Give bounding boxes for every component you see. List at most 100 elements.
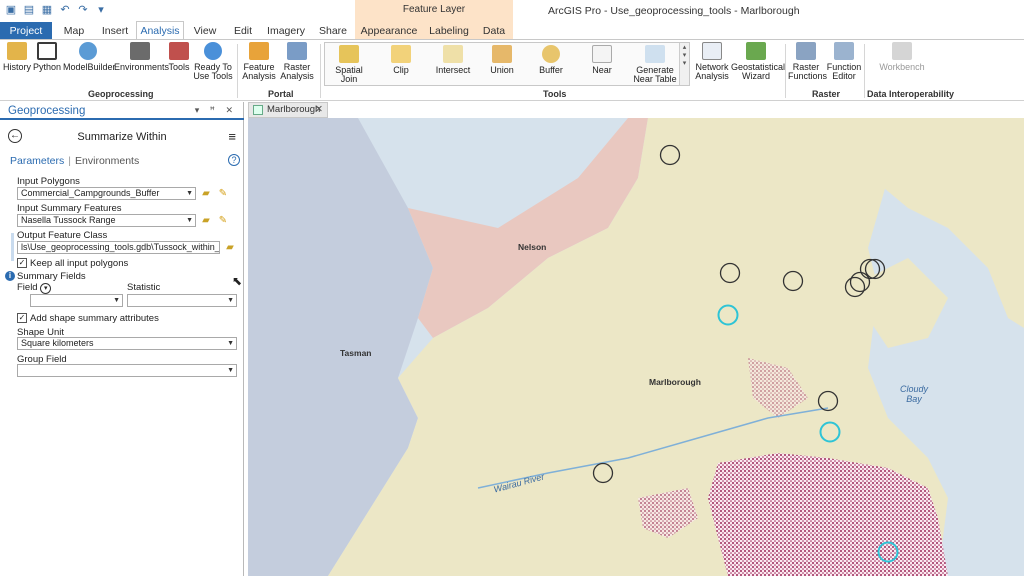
union-button[interactable]: Union: [485, 45, 519, 89]
chevron-down-icon: ▼: [186, 217, 193, 224]
modelbuilder-button[interactable]: ModelBuilder: [63, 42, 116, 86]
toolbox-icon: [169, 42, 189, 60]
tab-map[interactable]: Map: [56, 22, 92, 40]
contextual-tab-header: Feature Layer: [355, 0, 513, 22]
group-separator: [864, 44, 865, 98]
network-icon: [702, 42, 722, 60]
field-label: Field ▾: [17, 282, 52, 294]
customize-qat-icon[interactable]: ▾: [94, 3, 108, 17]
statistic-label: Statistic: [127, 282, 161, 293]
parameter-tabs: Parameters | Environments: [10, 155, 140, 167]
statistic-select[interactable]: ▼: [127, 294, 237, 307]
generate-near-table-button[interactable]: Generate Near Table: [631, 45, 679, 89]
clip-icon: [391, 45, 411, 63]
tab-edit[interactable]: Edit: [228, 22, 258, 40]
open-icon[interactable]: ▤: [22, 3, 36, 17]
pane-title: Geoprocessing: [8, 105, 86, 117]
input-summary-select[interactable]: Nasella Tussock Range ▼: [17, 214, 196, 227]
wrench-icon: [130, 42, 150, 60]
info-icon[interactable]: i: [5, 271, 15, 281]
tab-project[interactable]: Project: [0, 22, 52, 40]
undo-icon[interactable]: ↶: [58, 3, 72, 17]
group-separator: [320, 44, 321, 98]
group-separator: [237, 44, 238, 98]
output-feature-class-input[interactable]: ls\Use_geoprocessing_tools.gdb\Tussock_w…: [17, 241, 220, 254]
gallery-scroll[interactable]: ▴ ▾ ▾: [679, 43, 689, 85]
raster-functions-icon: [796, 42, 816, 60]
quick-access-toolbar: ▣ ▤ ▦ ↶ ↷ ▾: [4, 3, 108, 17]
near-table-icon: [645, 45, 665, 63]
region-label-marlborough: Marlborough: [649, 377, 701, 387]
save-icon[interactable]: ▦: [40, 3, 54, 17]
group-label-tools: Tools: [543, 89, 567, 99]
raster-analysis-button[interactable]: Raster Analysis: [279, 42, 315, 86]
chevron-down-icon: ▼: [227, 367, 234, 374]
tab-data[interactable]: Data: [475, 22, 513, 40]
expand-circle-icon[interactable]: ▾: [40, 283, 52, 294]
tab-appearance[interactable]: Appearance: [355, 22, 423, 40]
pane-accent: [0, 118, 244, 120]
title-bar: ▣ ▤ ▦ ↶ ↷ ▾ Feature Layer ArcGIS Pro - U…: [0, 0, 1024, 22]
group-label-geoprocessing: Geoprocessing: [88, 89, 154, 99]
add-shape-checkbox[interactable]: ✓: [17, 313, 27, 323]
keep-all-label: Keep all input polygons: [30, 258, 129, 269]
map-canvas[interactable]: Nelson Tasman Marlborough Cloudy Bay Wai…: [248, 118, 1024, 576]
keep-all-checkbox[interactable]: ✓: [17, 258, 27, 268]
feature-analysis-button[interactable]: Feature Analysis: [241, 42, 277, 86]
spatial-join-icon: [339, 45, 359, 63]
ribbon-tabs: Project Map Insert Analysis View Edit Im…: [0, 21, 1024, 41]
geostatistical-wizard-button[interactable]: Geostatistical Wizard: [731, 42, 785, 86]
browse-folder-icon[interactable]: ▰: [200, 188, 212, 199]
tools-button[interactable]: Tools: [166, 42, 192, 86]
edit-pencil-icon[interactable]: ✎: [217, 215, 229, 226]
tab-labeling[interactable]: Labeling: [423, 22, 475, 40]
input-summary-label: Input Summary Features: [17, 203, 122, 214]
tab-environments[interactable]: Environments: [75, 155, 139, 167]
union-icon: [492, 45, 512, 63]
workbench-icon: [892, 42, 912, 60]
input-polygons-label: Input Polygons: [17, 176, 80, 187]
shape-unit-select[interactable]: Square kilometers ▼: [17, 337, 237, 350]
close-icon[interactable]: ✕: [315, 103, 323, 117]
python-button[interactable]: Python: [32, 42, 62, 86]
edit-pencil-icon[interactable]: ✎: [217, 188, 229, 199]
region-label-tasman: Tasman: [340, 348, 372, 358]
near-button[interactable]: Near: [585, 45, 619, 89]
pane-controls[interactable]: ▾ ꟸ ✕: [195, 105, 237, 116]
function-editor-button[interactable]: Function Editor: [826, 42, 862, 86]
map-icon: [253, 105, 263, 115]
group-field-select[interactable]: ▼: [17, 364, 237, 377]
tab-insert[interactable]: Insert: [96, 22, 134, 40]
ready-to-use-tools-button[interactable]: Ready To Use Tools: [193, 42, 233, 86]
network-analysis-button[interactable]: Network Analysis: [694, 42, 730, 86]
chevron-down-icon: ▼: [186, 190, 193, 197]
field-select[interactable]: ▼: [30, 294, 123, 307]
tool-name: Summarize Within: [77, 131, 167, 143]
tab-view[interactable]: View: [190, 22, 220, 40]
browse-folder-icon[interactable]: ▰: [224, 242, 236, 253]
workbench-button[interactable]: Workbench: [878, 42, 926, 86]
environments-button[interactable]: Environments: [114, 42, 169, 86]
region-label-nelson: Nelson: [518, 242, 547, 252]
map-view-tab[interactable]: Marlborough ✕: [248, 102, 328, 118]
clip-button[interactable]: Clip: [383, 45, 419, 89]
tab-imagery[interactable]: Imagery: [264, 22, 308, 40]
browse-folder-icon[interactable]: ▰: [200, 215, 212, 226]
spatial-join-button[interactable]: Spatial Join: [331, 45, 367, 89]
tab-parameters[interactable]: Parameters: [10, 155, 64, 167]
buffer-button[interactable]: Buffer: [533, 45, 569, 89]
raster-functions-button[interactable]: Raster Functions: [788, 42, 827, 86]
tab-share[interactable]: Share: [314, 22, 352, 40]
intersect-icon: [443, 45, 463, 63]
feature-analysis-icon: [249, 42, 269, 60]
input-polygons-select[interactable]: Commercial_Campgrounds_Buffer ▼: [17, 187, 196, 200]
new-project-icon[interactable]: ▣: [4, 3, 18, 17]
help-icon[interactable]: ?: [228, 154, 240, 166]
redo-icon[interactable]: ↷: [76, 3, 90, 17]
python-icon: [37, 42, 57, 60]
history-button[interactable]: History: [3, 42, 31, 86]
hamburger-menu-icon[interactable]: ≡: [228, 129, 236, 144]
geostatistical-icon: [746, 42, 766, 60]
tab-analysis[interactable]: Analysis: [136, 21, 184, 41]
intersect-button[interactable]: Intersect: [433, 45, 473, 89]
